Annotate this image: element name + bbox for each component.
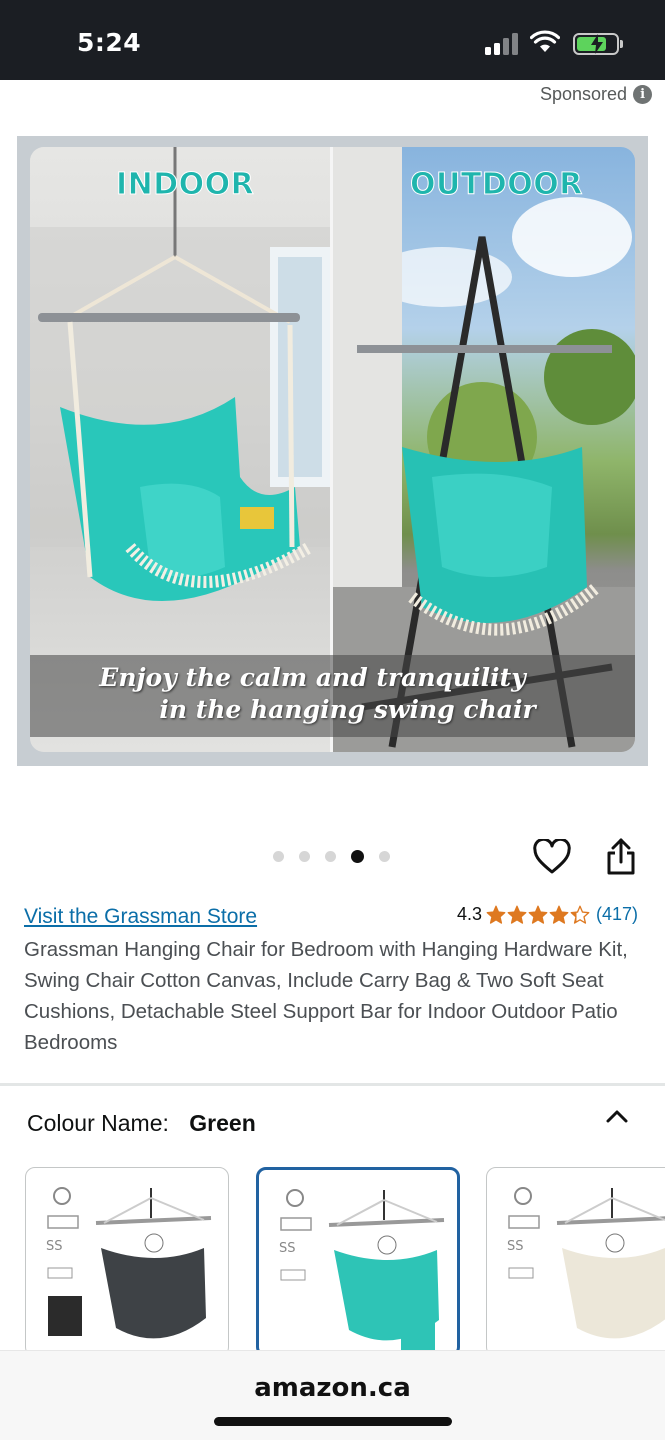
colour-selector-header: Colour Name: Green — [27, 1110, 256, 1137]
image-caption-line-2: in the hanging swing chair — [159, 695, 536, 724]
chevron-up-icon[interactable] — [605, 1108, 629, 1124]
carousel-dots — [273, 850, 390, 863]
cellular-signal-icon — [485, 33, 521, 55]
colour-value: Green — [189, 1110, 256, 1136]
share-icon[interactable] — [605, 838, 637, 876]
swatch-thumbnail: SS — [279, 1189, 445, 1350]
status-time: 5:24 — [77, 28, 142, 57]
url-text[interactable]: amazon.ca — [0, 1373, 665, 1403]
svg-text:SS: SS — [279, 1241, 296, 1256]
wifi-icon — [530, 30, 560, 52]
outdoor-label: OUTDOOR — [410, 167, 583, 203]
carousel-dot[interactable] — [379, 851, 390, 862]
colour-label: Colour Name: — [27, 1110, 169, 1136]
rating-value: 4.3 — [457, 904, 483, 924]
star-full-icon — [549, 905, 569, 924]
rating-stars — [486, 905, 590, 925]
product-image-carousel[interactable]: INDOOR OUTDOOR Enjoy the calm and tranqu… — [17, 136, 648, 766]
star-full-icon — [507, 905, 527, 924]
carousel-dot[interactable] — [273, 851, 284, 862]
rating[interactable]: 4.3 (417) — [457, 904, 638, 925]
carousel-dot[interactable] — [299, 851, 310, 862]
colour-swatch[interactable]: SS — [25, 1167, 229, 1357]
indoor-label: INDOOR — [115, 167, 255, 203]
section-divider — [0, 1083, 665, 1086]
home-indicator[interactable] — [214, 1417, 452, 1426]
product-title: Grassman Hanging Chair for Bedroom with … — [24, 938, 628, 1054]
star-half-icon — [570, 905, 590, 924]
product-photo: INDOOR OUTDOOR Enjoy the calm and tranqu… — [30, 147, 635, 752]
status-bar: 5:24 — [0, 0, 665, 80]
carousel-dot[interactable] — [325, 851, 336, 862]
battery-tip — [620, 40, 623, 48]
heart-icon[interactable] — [533, 839, 571, 875]
sponsored-text: Sponsored — [540, 84, 628, 104]
sponsored-label[interactable]: Sponsored i — [540, 84, 653, 105]
charging-bolt-icon — [591, 34, 603, 54]
svg-text:SS: SS — [46, 1239, 63, 1254]
rating-count[interactable]: (417) — [596, 904, 638, 925]
star-full-icon — [486, 905, 506, 924]
swatch-thumbnail: SS — [507, 1187, 665, 1339]
visit-store-link[interactable]: Visit the Grassman Store — [24, 905, 257, 929]
image-caption-line-1: Enjoy the calm and tranquility — [99, 663, 526, 692]
info-icon[interactable]: i — [633, 85, 653, 104]
star-full-icon — [528, 905, 548, 924]
carousel-dot[interactable] — [351, 850, 364, 863]
browser-address-bar[interactable]: amazon.ca — [0, 1350, 665, 1440]
svg-text:SS: SS — [507, 1239, 524, 1254]
colour-swatch[interactable]: SS — [256, 1167, 460, 1357]
swatch-thumbnail: SS — [46, 1187, 212, 1339]
colour-swatch[interactable]: SS — [486, 1167, 665, 1357]
